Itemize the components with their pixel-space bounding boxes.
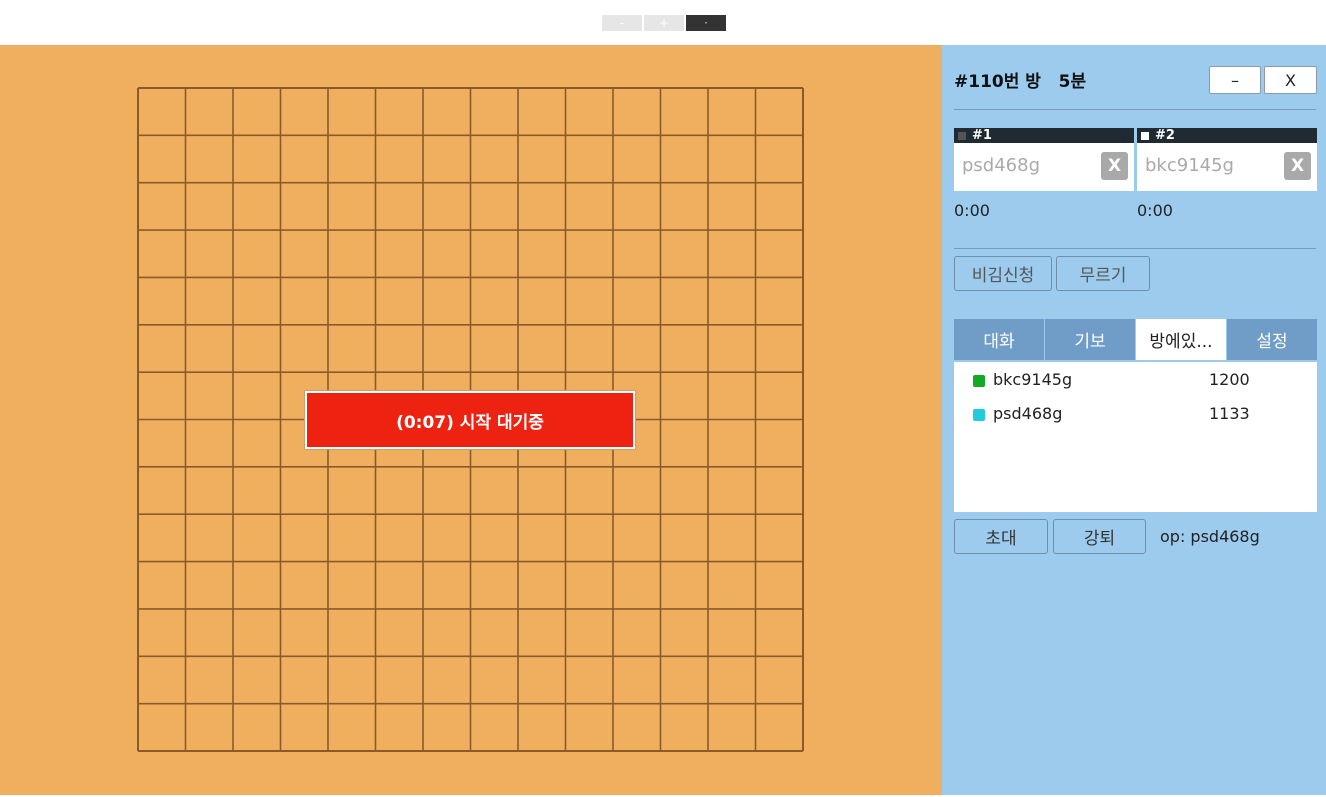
tab-settings[interactable]: 설정 [1227,319,1317,360]
draw-request-button[interactable]: 비김신청 [954,256,1052,291]
divider [954,248,1316,249]
zoom-out-button[interactable]: - [602,15,642,31]
user-status-icon [973,409,985,421]
divider [954,109,1316,110]
tab-room-users[interactable]: 방에있... [1136,319,1227,360]
kick-user-button[interactable]: 강퇴 [1053,519,1146,554]
player-slot-header: #1 [954,128,1134,143]
player-slot-header: #2 [1137,128,1317,143]
player-slot-label: #2 [1155,128,1175,143]
player-slot-2: #2 bkc9145g X [1137,128,1317,191]
black-stone-icon [958,131,966,140]
list-item[interactable]: psd468g 1133 [954,402,1317,426]
remove-player-button[interactable]: X [1284,152,1311,180]
player-2-timer: 0:00 [1137,201,1173,220]
white-stone-icon [1141,131,1149,140]
undo-button[interactable]: 무르기 [1056,256,1150,291]
player-slot-label: #1 [972,128,992,143]
player-name-box: psd468g X [954,143,1134,191]
invite-button[interactable]: 초대 [954,519,1048,554]
user-score: 1133 [1209,404,1250,423]
player-slot-1: #1 psd468g X [954,128,1134,191]
user-name: bkc9145g [993,370,1073,389]
list-item[interactable]: bkc9145g 1200 [954,368,1317,392]
room-user-list: bkc9145g 1200 psd468g 1133 [954,362,1317,512]
minimize-button[interactable]: – [1209,66,1261,94]
remove-player-button[interactable]: X [1101,152,1128,180]
panel-tabs: 대화 기보 방에있... 설정 [954,319,1317,360]
game-board-area: (0:07) 시작 대기중 [0,45,942,795]
tab-chat[interactable]: 대화 [954,319,1045,360]
waiting-status-banner: (0:07) 시작 대기중 [305,391,635,449]
zoom-in-button[interactable]: + [644,15,684,31]
user-status-icon [973,375,985,387]
player-name-box: bkc9145g X [1137,143,1317,191]
waiting-status-text: (0:07) 시작 대기중 [396,412,544,433]
side-panel: #110번 방 5분 – X #1 psd468g X #2 bkc9145g … [942,45,1326,795]
user-score: 1200 [1209,370,1250,389]
room-title: #110번 방 5분 [954,72,1087,92]
player-name: psd468g [962,155,1041,176]
close-room-button[interactable]: X [1264,66,1317,94]
player-name: bkc9145g [1145,155,1234,176]
top-toolbar: - + · [0,0,1326,45]
zoom-reset-button[interactable]: · [686,15,726,31]
room-operator: op: psd468g [1160,527,1260,546]
player-1-timer: 0:00 [954,201,990,220]
tab-record[interactable]: 기보 [1045,319,1136,360]
user-name: psd468g [993,404,1063,423]
